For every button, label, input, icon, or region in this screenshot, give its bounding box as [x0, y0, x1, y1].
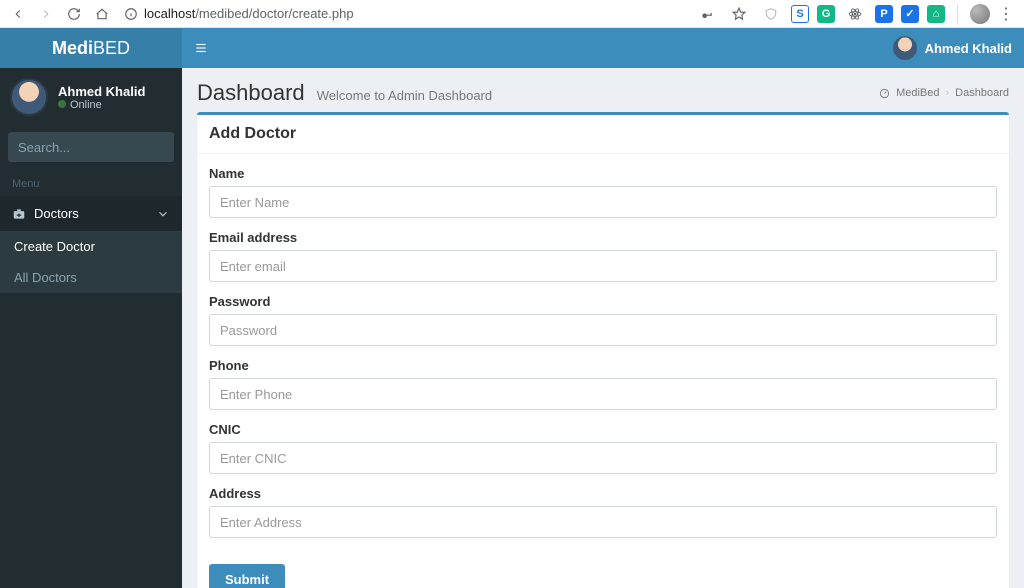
extension-react-icon[interactable]: [843, 2, 867, 26]
chevron-down-icon: [156, 207, 170, 221]
sidebar-subitem-create-doctor[interactable]: Create Doctor: [0, 231, 182, 262]
label-phone: Phone: [209, 358, 997, 373]
label-email: Email address: [209, 230, 997, 245]
input-password[interactable]: [209, 314, 997, 346]
brand-logo[interactable]: MediBED: [0, 28, 182, 68]
brand-bold: Medi: [52, 38, 93, 59]
url-path: /medibed/doctor/create.php: [195, 6, 353, 21]
topbar-user-menu[interactable]: Ahmed Khalid: [893, 36, 1012, 60]
sidebar-item-doctors[interactable]: Doctors: [0, 196, 182, 231]
label-password: Password: [209, 294, 997, 309]
label-cnic: CNIC: [209, 422, 997, 437]
site-info-icon[interactable]: [124, 7, 138, 21]
browser-toolbar: localhost/medibed/doctor/create.php S G …: [0, 0, 1024, 28]
submit-button[interactable]: Submit: [209, 564, 285, 588]
content-header: Dashboard Welcome to Admin Dashboard Med…: [182, 68, 1024, 112]
nav-back-button[interactable]: [6, 2, 30, 26]
sidebar-user-panel: Ahmed Khalid Online: [0, 68, 182, 126]
online-status-dot-icon: [58, 100, 66, 108]
label-name: Name: [209, 166, 997, 181]
avatar: [893, 36, 917, 60]
breadcrumb-separator: ›: [946, 87, 950, 99]
extension-grammarly-icon[interactable]: G: [817, 5, 835, 23]
profile-avatar-icon[interactable]: [970, 4, 990, 24]
sidebar-subitem-all-doctors[interactable]: All Doctors: [0, 262, 182, 293]
breadcrumb-leaf: Dashboard: [955, 87, 1009, 99]
breadcrumb: MediBed › Dashboard: [879, 87, 1009, 99]
chrome-divider: [957, 5, 958, 23]
bookmark-star-icon[interactable]: [727, 2, 751, 26]
extension-shield-icon[interactable]: [759, 2, 783, 26]
extension-check-icon[interactable]: ✓: [901, 5, 919, 23]
page-title: Dashboard Welcome to Admin Dashboard: [197, 80, 492, 106]
brand-light: BED: [93, 38, 130, 59]
sidebar: MediBED Ahmed Khalid Online Menu: [0, 28, 182, 588]
input-name[interactable]: [209, 186, 997, 218]
sidebar-menu-header: Menu: [0, 172, 182, 196]
sidebar-user-status: Online: [58, 99, 145, 111]
input-cnic[interactable]: [209, 442, 997, 474]
url-host: localhost: [144, 6, 195, 21]
label-address: Address: [209, 486, 997, 501]
nav-forward-button[interactable]: [34, 2, 58, 26]
sidebar-item-label: Doctors: [34, 206, 148, 221]
breadcrumb-root[interactable]: MediBed: [896, 87, 939, 99]
form-panel-add-doctor: Add Doctor Name Email address Password: [197, 112, 1009, 588]
input-email[interactable]: [209, 250, 997, 282]
key-icon[interactable]: [695, 2, 719, 26]
extension-chat-icon[interactable]: ⌂: [927, 5, 945, 23]
nav-reload-button[interactable]: [62, 2, 86, 26]
sidebar-search: [8, 132, 174, 162]
topbar-user-name: Ahmed Khalid: [925, 41, 1012, 56]
input-phone[interactable]: [209, 378, 997, 410]
page-subtitle: Welcome to Admin Dashboard: [317, 88, 492, 103]
search-input[interactable]: [8, 140, 204, 155]
sidebar-user-name: Ahmed Khalid: [58, 84, 145, 99]
input-address[interactable]: [209, 506, 997, 538]
box-title: Add Doctor: [209, 125, 997, 143]
extension-icon-blue[interactable]: S: [791, 5, 809, 23]
medkit-icon: [12, 207, 26, 221]
hamburger-icon[interactable]: [194, 41, 208, 55]
avatar: [10, 78, 48, 116]
nav-home-button[interactable]: [90, 2, 114, 26]
dashboard-icon: [879, 88, 890, 99]
address-bar[interactable]: localhost/medibed/doctor/create.php: [118, 3, 691, 25]
chrome-menu-button[interactable]: ⋮: [998, 4, 1014, 24]
sidebar-submenu-doctors: Create Doctor All Doctors: [0, 231, 182, 293]
topbar: Ahmed Khalid: [182, 28, 1024, 68]
extension-px-icon[interactable]: P: [875, 5, 893, 23]
